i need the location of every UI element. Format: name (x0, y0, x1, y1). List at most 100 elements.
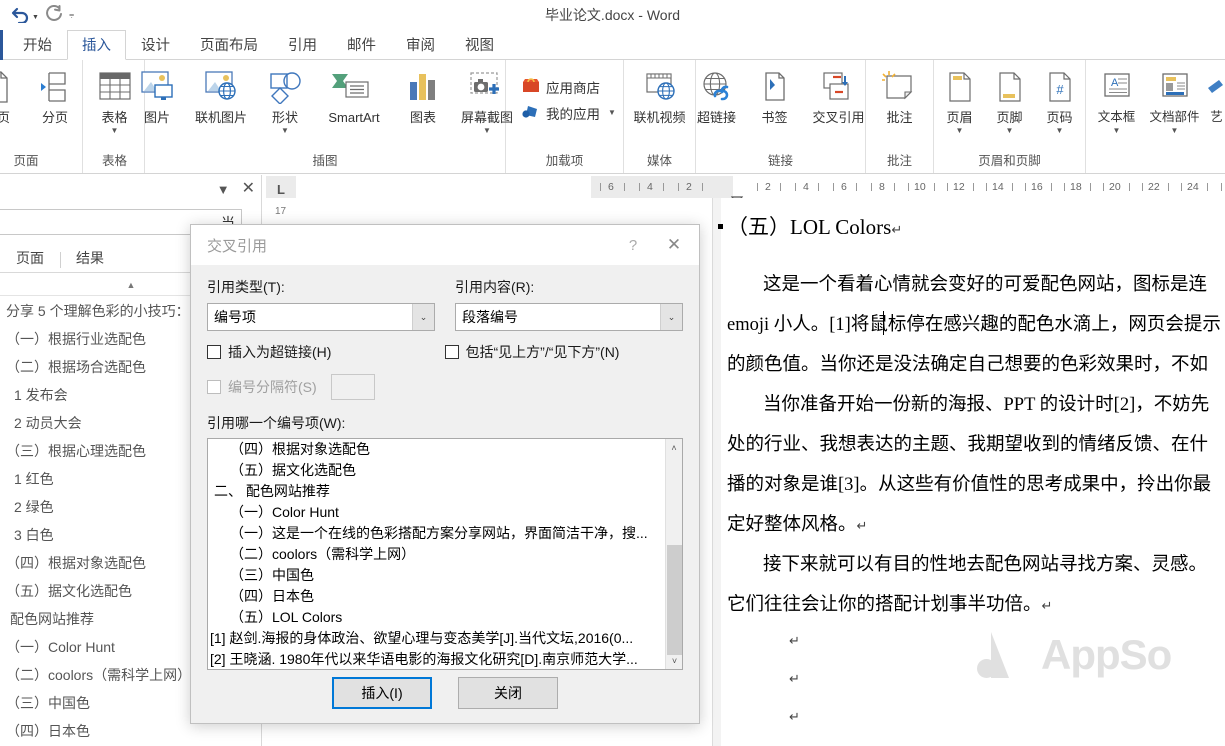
list-item[interactable]: 二、 配色网站推荐 (208, 481, 665, 502)
chevron-down-icon[interactable]: ▼ (1006, 127, 1014, 135)
ribbon-button-text-box[interactable]: A 文本框 ▼ (1088, 63, 1146, 135)
ribbon-button-document-parts[interactable]: 文档部件 ▼ (1146, 63, 1204, 135)
document-paragraph: 的颜色值。当你还是没法确定自己想要的色彩效果时，不如 (727, 355, 1209, 375)
tab-review[interactable]: 审阅 (391, 30, 450, 60)
ribbon-button-hyperlink[interactable]: 超链接 (688, 63, 746, 125)
page-break-icon (39, 65, 71, 109)
ribbon-button-page-break[interactable]: 分页 (26, 63, 84, 125)
page-gutter (713, 198, 721, 746)
chevron-down-icon[interactable]: ▼ (1113, 127, 1121, 135)
dialog-title-bar[interactable]: 交叉引用 ? ✕ (191, 225, 699, 265)
ribbon-button-cross-reference[interactable]: 交叉引用 (804, 63, 874, 125)
vertical-ruler-tick: 17 (275, 206, 287, 217)
help-icon[interactable]: ? (621, 234, 645, 256)
checkbox-box[interactable] (444, 345, 459, 359)
navigation-pane-close-icon[interactable]: ✕ (242, 181, 255, 197)
document-paragraph: 接下来就可以有目的性地去配色网站寻找方案、灵感。 (763, 555, 1208, 575)
chevron-down-icon[interactable]: ▼ (483, 127, 491, 135)
pilcrow-icon: ↵ (789, 709, 800, 724)
chevron-down-icon[interactable]: ▼ (1171, 127, 1179, 135)
ribbon-button-online-video[interactable]: 联机视频 (625, 63, 695, 125)
tab-mailings[interactable]: 邮件 (332, 30, 391, 60)
list-item[interactable]: （五）据文化选配色 (208, 460, 665, 481)
chevron-down-icon[interactable]: ▼ (281, 127, 289, 135)
svg-text:A: A (1111, 77, 1119, 89)
ribbon-button-footer[interactable]: 页脚 ▼ (985, 63, 1035, 135)
ribbon-button-wordart[interactable]: 艺 (1204, 63, 1225, 125)
list-item[interactable]: [2] 王晓涵. 1980年代以来华语电影的海报文化研究[D].南京师范大学..… (208, 649, 665, 669)
ribbon-button-blank-page[interactable]: 白页 (0, 63, 26, 125)
tab-page-layout[interactable]: 页面布局 (185, 30, 273, 60)
document-heading: （五）LOL Colors↵ (727, 215, 903, 239)
list-item[interactable]: [1] 赵剑.海报的身体政治、欲望心理与变态美学[J].当代文坛,2016(0.… (208, 628, 665, 649)
ribbon-button-smartart[interactable]: SmartArt (314, 63, 394, 125)
ruler-tick: 4 (803, 181, 809, 193)
include-above-below-checkbox[interactable]: 包括“见上方”/“见下方”(N) (444, 342, 684, 362)
nav-tab-pages[interactable]: 页面 (0, 248, 60, 268)
list-item[interactable]: （一）Color Hunt (208, 502, 665, 523)
chevron-down-icon[interactable]: ⌄ (412, 304, 434, 330)
list-item[interactable]: （一）这是一个在线的色彩搭配方案分享网站，界面简洁干净，搜... (208, 523, 665, 544)
horizontal-ruler[interactable]: 6 4 2 2 4 6 8 10 12 14 16 18 20 22 24 (266, 176, 1225, 198)
tab-accent-bar (0, 30, 3, 60)
insert-as-hyperlink-checkbox[interactable]: 插入为超链接(H) (207, 342, 425, 362)
tab-design[interactable]: 设计 (126, 30, 185, 60)
hyperlink-icon (697, 65, 737, 109)
chevron-down-icon[interactable]: ▼ (605, 109, 616, 117)
ribbon-label: 文档部件 (1149, 110, 1200, 124)
listbox-scrollbar[interactable]: ˄ ˅ (665, 439, 682, 669)
list-item[interactable]: （四）根据对象选配色 (208, 439, 665, 460)
scroll-up-icon[interactable]: ˄ (666, 439, 682, 456)
reference-type-combobox[interactable]: 编号项 ⌄ (207, 303, 435, 331)
reference-listbox[interactable]: （四）根据对象选配色 （五）据文化选配色 二、 配色网站推荐 （一）Color … (207, 438, 683, 670)
list-item[interactable]: （四）日本色 (208, 586, 665, 607)
chevron-down-icon[interactable]: ▼ (1056, 127, 1064, 135)
reference-content-combobox[interactable]: 段落编号 ⌄ (455, 303, 683, 331)
ribbon-button-picture[interactable]: 图片 (128, 63, 186, 125)
smartart-icon (330, 65, 378, 109)
navigation-pane-menu-icon[interactable]: ▼ (217, 183, 230, 196)
pilcrow-icon: ↵ (1041, 598, 1053, 613)
ribbon-button-bookmark[interactable]: 书签 (746, 63, 804, 125)
close-button[interactable]: 关闭 (458, 677, 558, 709)
list-item[interactable]: （三）中国色 (208, 565, 665, 586)
tab-references[interactable]: 引用 (273, 30, 332, 60)
ruler-tick: 12 (953, 181, 965, 193)
ribbon-label: 交叉引用 (812, 110, 865, 125)
ribbon-button-header[interactable]: 页眉 ▼ (935, 63, 985, 135)
ruler-tick: 24 (1187, 181, 1199, 193)
close-icon[interactable]: ✕ (661, 234, 687, 256)
tab-start[interactable]: 开始 (8, 30, 67, 60)
ribbon-group-label: 插图 (312, 154, 338, 168)
ribbon-button-chart[interactable]: 图表 (394, 63, 452, 125)
document-paragraph: 处的行业、我想表达的主题、我期望收到的情绪反馈、在什 (727, 435, 1209, 455)
ribbon-label: 书签 (761, 110, 788, 125)
checkbox-box[interactable] (207, 345, 221, 359)
insert-button[interactable]: 插入(I) (332, 677, 432, 709)
chevron-down-icon[interactable]: ⌄ (660, 304, 682, 330)
checkbox-box (207, 380, 221, 394)
window-title: 毕业论文.docx - Word (544, 7, 681, 23)
list-item[interactable]: （五）LOL Colors (208, 607, 665, 628)
scrollbar-thumb[interactable] (667, 545, 682, 655)
ribbon-button-comment[interactable]: 批注 (871, 63, 929, 125)
ruler-tick: 10 (914, 181, 926, 193)
nav-tab-results[interactable]: 结果 (60, 248, 120, 268)
list-item[interactable]: （二）coolors（需科学上网） (208, 544, 665, 565)
ribbon-button-page-number[interactable]: # 页码 ▼ (1035, 63, 1085, 135)
appso-logo-icon (975, 632, 1029, 678)
chevron-down-icon[interactable]: ▼ (956, 127, 964, 135)
comment-icon (881, 65, 919, 109)
ribbon-group-header-footer: 页眉 ▼ 页脚 ▼ # 页码 ▼ 页眉和页脚 (934, 60, 1086, 173)
chevron-down-icon[interactable]: ▼ (111, 127, 119, 135)
tab-insert[interactable]: 插入 (67, 30, 126, 60)
scroll-down-icon[interactable]: ˅ (666, 652, 682, 669)
tab-view[interactable]: 视图 (450, 30, 509, 60)
ribbon-button-online-picture[interactable]: 联机图片 (186, 63, 256, 125)
ribbon-button-store[interactable]: 应用商店 (517, 74, 604, 100)
ribbon-button-my-apps[interactable]: 我的应用 ▼ (517, 100, 620, 126)
ribbon-group-label: 加载项 (545, 154, 584, 168)
watermark-text: AppSo (1041, 631, 1172, 678)
ribbon-button-shapes[interactable]: 形状 ▼ (256, 63, 314, 135)
document-paragraph: emoji 小人。[1]将鼠标停在感兴趣的配色水滴上，网页会提示 (727, 315, 1221, 335)
